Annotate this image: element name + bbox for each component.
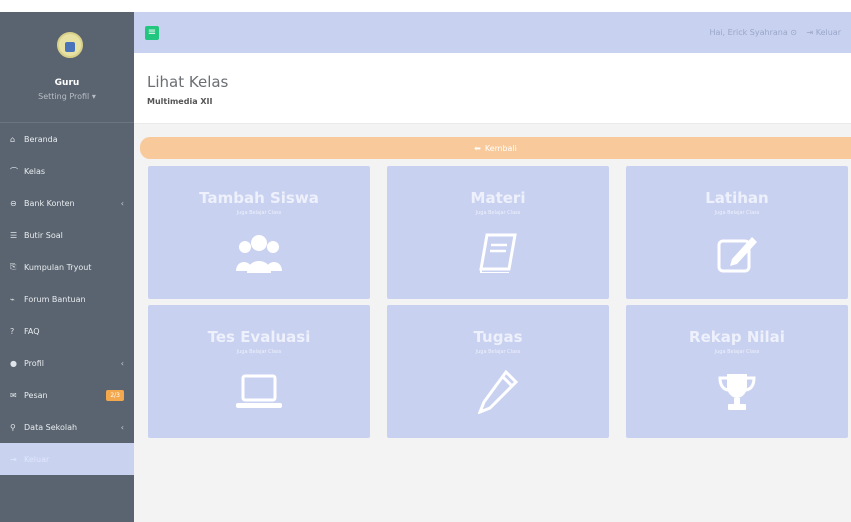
card-tugas[interactable]: Tugas Juga Belajar Class: [387, 305, 609, 438]
graduation-cap-icon: ⌒: [10, 166, 18, 176]
logout-icon: ⇥: [10, 454, 17, 464]
card-tes-evaluasi[interactable]: Tes Evaluasi Juga Belajar Class: [148, 305, 370, 438]
card-title: Materi: [470, 189, 526, 207]
sidebar-item-label: Kelas: [24, 166, 46, 176]
arrow-left-icon: ⬅: [474, 143, 481, 153]
back-button[interactable]: ⬅ Kembali: [140, 137, 851, 159]
sidebar-item-bank-konten[interactable]: ⊖ Bank Konten ‹: [0, 187, 134, 219]
megaphone-icon: ⌁: [10, 294, 15, 304]
sidebar-item-beranda[interactable]: ⌂ Beranda: [0, 123, 134, 155]
users-icon: [148, 228, 370, 278]
logout-link[interactable]: ⇥ Keluar: [807, 28, 842, 37]
question-icon: ?: [10, 326, 15, 336]
document-icon: ⎘: [10, 262, 17, 271]
sidebar-item-label: Kumpulan Tryout: [24, 262, 92, 272]
card-subtitle: Juga Belajar Class: [236, 349, 282, 355]
menu-toggle-button[interactable]: ≡: [145, 26, 159, 40]
list-icon: ☰: [10, 230, 18, 240]
sidebar-item-data-sekolah[interactable]: ⚲ Data Sekolah ‹: [0, 411, 134, 443]
card-subtitle: Juga Belajar Class: [475, 210, 521, 216]
search-icon: ⚲: [10, 422, 16, 432]
home-icon: ⌂: [10, 134, 16, 144]
sidebar-item-forum-bantuan[interactable]: ⌁ Forum Bantuan: [0, 283, 134, 315]
sidebar-item-label: Pesan: [24, 390, 48, 400]
sidebar-item-label: Keluar: [24, 454, 50, 464]
book-icon: [387, 228, 609, 278]
envelope-icon: ✉: [10, 390, 17, 400]
chevron-left-icon: ‹: [120, 358, 124, 368]
sidebar-item-kelas[interactable]: ⌒ Kelas: [0, 155, 134, 187]
edit-icon: [626, 228, 848, 278]
sidebar-item-kumpulan-tryout[interactable]: ⎘ Kumpulan Tryout: [0, 251, 134, 283]
profile-role: Guru: [54, 78, 80, 88]
card-subtitle: Juga Belajar Class: [714, 349, 760, 355]
sidebar-item-profil[interactable]: ● Profil ‹: [0, 347, 134, 379]
class-name: Multimedia XII: [147, 97, 213, 106]
sidebar-menu: ⌂ Beranda ⌒ Kelas ⊖ Bank Konten ‹ ☰ Buti…: [0, 123, 134, 475]
card-rekap-nilai[interactable]: Rekap Nilai Juga Belajar Class: [626, 305, 848, 438]
card-latihan[interactable]: Latihan Juga Belajar Class: [626, 166, 848, 299]
laptop-icon: [148, 367, 370, 417]
sidebar-item-keluar[interactable]: ⇥ Keluar: [0, 443, 134, 475]
card-subtitle: Juga Belajar Class: [236, 210, 282, 216]
sidebar-item-label: Bank Konten: [24, 198, 75, 208]
page-title: Lihat Kelas: [147, 73, 229, 91]
user-greeting[interactable]: Hai, Erick Syahrana ⊙: [709, 28, 797, 37]
sidebar: Guru Setting Profil ▾ ⌂ Beranda ⌒ Kelas …: [0, 12, 134, 522]
sidebar-profile: Guru Setting Profil ▾: [0, 12, 134, 123]
card-subtitle: Juga Belajar Class: [475, 349, 521, 355]
page-header: Lihat Kelas Multimedia XII: [134, 53, 851, 124]
message-count-badge: 2/3: [106, 389, 124, 401]
sidebar-item-label: Profil: [24, 358, 44, 368]
sidebar-item-label: FAQ: [24, 326, 40, 336]
trophy-icon: [626, 367, 848, 417]
chevron-left-icon: ‹: [120, 198, 124, 208]
card-title: Latihan: [705, 189, 769, 207]
sidebar-item-label: Beranda: [24, 134, 58, 144]
sidebar-item-butir-soal[interactable]: ☰ Butir Soal: [0, 219, 134, 251]
database-icon: ⊖: [10, 198, 17, 208]
avatar[interactable]: [57, 32, 83, 58]
user-icon: ●: [10, 358, 17, 368]
pencil-icon: [387, 367, 609, 417]
card-subtitle: Juga Belajar Class: [714, 210, 760, 216]
card-title: Tes Evaluasi: [207, 328, 311, 346]
card-title: Tugas: [473, 328, 523, 346]
main-content: ⬅ Kembali Tambah Siswa Juga Belajar Clas…: [134, 124, 851, 522]
card-title: Rekap Nilai: [689, 328, 785, 346]
sidebar-item-label: Forum Bantuan: [24, 294, 86, 304]
setting-profile-link[interactable]: Setting Profil ▾: [0, 92, 134, 101]
card-title: Tambah Siswa: [199, 189, 319, 207]
chevron-left-icon: ‹: [120, 422, 124, 432]
card-tambah-siswa[interactable]: Tambah Siswa Juga Belajar Class: [148, 166, 370, 299]
sidebar-item-pesan[interactable]: ✉ Pesan 2/3: [0, 379, 134, 411]
sidebar-item-faq[interactable]: ? FAQ: [0, 315, 134, 347]
sidebar-item-label: Data Sekolah: [24, 422, 78, 432]
card-materi[interactable]: Materi Juga Belajar Class: [387, 166, 609, 299]
back-button-label: Kembali: [484, 143, 517, 153]
top-navbar: ≡ Hai, Erick Syahrana ⊙ ⇥ Keluar: [134, 12, 851, 53]
sidebar-item-label: Butir Soal: [24, 230, 63, 240]
